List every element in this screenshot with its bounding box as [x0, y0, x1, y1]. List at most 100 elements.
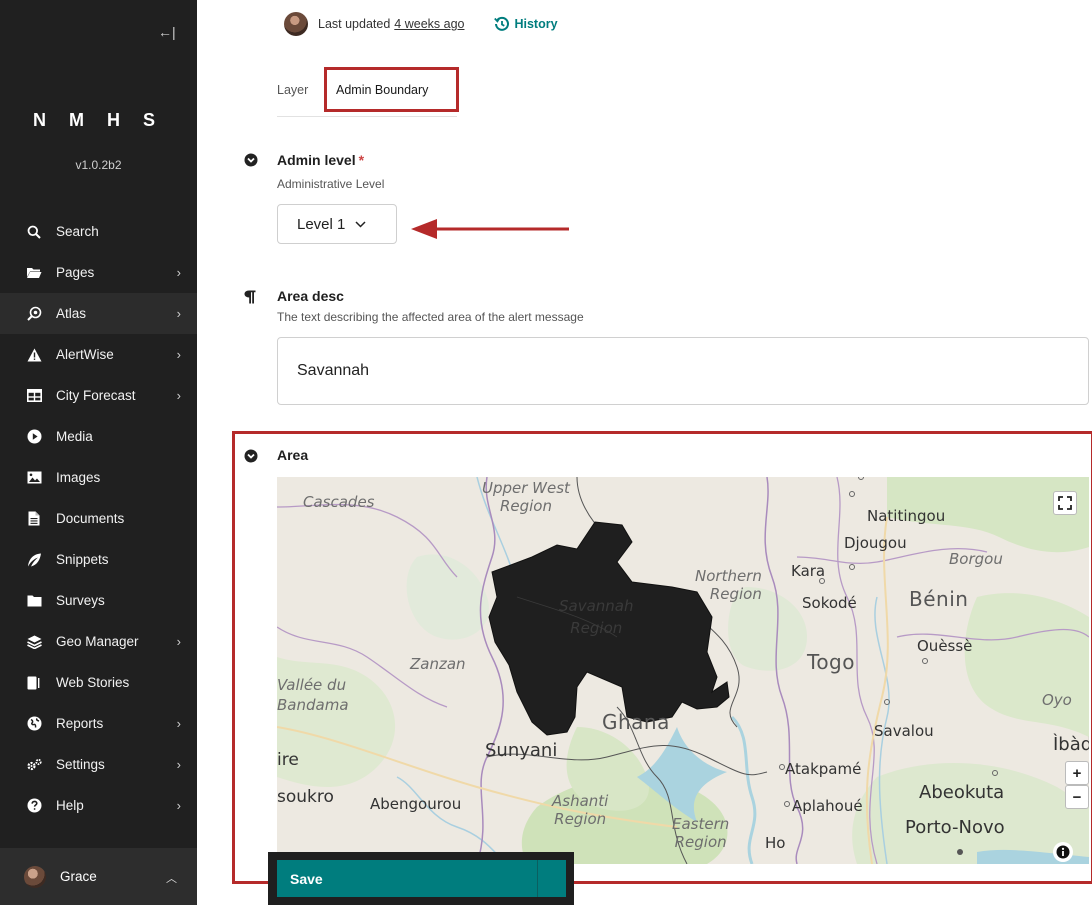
fullscreen-icon [1058, 496, 1072, 510]
map-label-eastern: Eastern Region [672, 815, 730, 851]
map-label-abengourou: Abengourou [370, 795, 462, 813]
history-icon [494, 16, 510, 31]
map-label-natitingou: Natitingou [867, 507, 946, 525]
help-icon [26, 798, 42, 814]
tab-admin-boundary[interactable]: Admin Boundary [336, 83, 428, 97]
document-icon [26, 511, 42, 527]
history-link[interactable]: History [494, 16, 558, 32]
sidebar-item-web-stories[interactable]: Web Stories [0, 662, 197, 703]
sidebar-item-search[interactable]: Search [0, 211, 197, 252]
chevron-down-icon [355, 217, 366, 231]
sidebar-item-snippets[interactable]: Snippets [0, 539, 197, 580]
snippet-icon [26, 552, 42, 568]
sidebar-item-label: Snippets [56, 552, 109, 567]
sidebar-item-surveys[interactable]: Surveys [0, 580, 197, 621]
admin-level-select[interactable]: Level 1 [277, 204, 397, 244]
annotation-arrow [411, 219, 569, 239]
site-brand[interactable]: N M H S [0, 110, 197, 131]
map-label-ashanti: Ashanti Region [552, 792, 609, 828]
chevron-right-icon: › [176, 716, 181, 731]
sidebar-item-label: Images [56, 470, 101, 485]
version-label: v1.0.2b2 [75, 158, 122, 172]
map-label-oyo: Oyo [1042, 691, 1072, 709]
map-label-savannah: Savannah Region [559, 597, 634, 637]
map-label-kara: Kara [791, 562, 826, 580]
area-desc-help: The text describing the affected area of… [277, 310, 584, 324]
sidebar-item-pages[interactable]: Pages › [0, 252, 197, 293]
chevron-right-icon: › [176, 634, 181, 649]
sidebar-item-label: AlertWise [56, 347, 114, 362]
avatar [24, 865, 46, 888]
map-label-savalou: Savalou [874, 722, 934, 740]
sidebar-item-reports[interactable]: Reports › [0, 703, 197, 744]
area-desc-input[interactable]: Savannah [277, 337, 1089, 405]
collapse-sidebar-button[interactable]: ←| [158, 24, 176, 40]
fullscreen-button[interactable] [1053, 491, 1077, 515]
admin-level-label-text: Admin level [277, 152, 356, 168]
sidebar-item-documents[interactable]: Documents [0, 498, 197, 539]
sidebar-item-label: Atlas [56, 306, 87, 321]
map-label-benin: Bénin [909, 587, 969, 611]
sidebar-item-atlas[interactable]: Atlas › [0, 293, 197, 334]
collapse-circle-icon[interactable] [244, 449, 258, 468]
main-menu: Search Pages › Atlas › AlertWise › City … [0, 211, 197, 826]
area-label: Area [277, 447, 309, 463]
sidebar-item-geo-manager[interactable]: Geo Manager › [0, 621, 197, 662]
map-label-sunyani: Sunyani [485, 740, 558, 761]
more-actions-button[interactable] [537, 860, 566, 897]
map-label-vallee: Vallée du Bandama [277, 676, 349, 714]
chevron-right-icon: › [176, 306, 181, 321]
sidebar-item-label: Search [56, 224, 99, 239]
admin-level-value: Level 1 [297, 215, 346, 233]
sidebar-item-media[interactable]: Media [0, 416, 197, 457]
map-label-abeokuta: Abeokuta [919, 782, 1005, 803]
sidebar-item-label: City Forecast [56, 388, 136, 403]
chevron-right-icon: › [176, 757, 181, 772]
sidebar-item-label: Documents [56, 511, 125, 526]
zoom-out-button[interactable]: − [1065, 785, 1089, 809]
sidebar-item-help[interactable]: Help › [0, 785, 197, 826]
globe-icon [26, 716, 42, 732]
info-icon [1056, 845, 1070, 859]
layers-icon [26, 634, 42, 650]
tab-layer[interactable]: Layer [277, 83, 308, 97]
map-label-upper-west: Upper West Region [482, 479, 570, 515]
area-map[interactable]: Cascades Upper West Region Natitingou Dj… [277, 477, 1089, 864]
updated-time-link[interactable]: 4 weeks ago [394, 17, 464, 31]
map-label-northern: Northern Region [695, 567, 762, 603]
user-name: Grace [60, 869, 97, 884]
sidebar-item-label: Surveys [56, 593, 105, 608]
atlas-search-icon [26, 306, 42, 322]
save-action-bar: Save [268, 852, 574, 905]
edit-form: Last updated 4 weeks ago History Layer A… [197, 0, 1092, 905]
sidebar-item-city-forecast[interactable]: City Forecast › [0, 375, 197, 416]
table-icon [26, 388, 42, 404]
zoom-in-button[interactable]: + [1065, 761, 1089, 785]
chevron-right-icon: › [176, 265, 181, 280]
sidebar-item-label: Reports [56, 716, 104, 731]
folder-open-icon [26, 265, 42, 281]
avatar [284, 12, 308, 36]
image-icon [26, 470, 42, 486]
map-label-atakpame: Atakpamé [785, 760, 862, 778]
map-label-togo: Togo [807, 650, 855, 674]
chevron-up-icon: ︿ [166, 873, 177, 885]
sidebar-item-label: Web Stories [56, 675, 130, 690]
chevron-right-icon: › [176, 388, 181, 403]
map-label-cascades: Cascades [303, 493, 375, 511]
map-label-soukro: soukro [277, 787, 334, 807]
account-menu-toggle[interactable]: Grace ︿ [0, 848, 197, 905]
sidebar-item-label: Pages [56, 265, 95, 280]
sidebar-item-images[interactable]: Images [0, 457, 197, 498]
stories-icon [26, 675, 42, 691]
warning-icon [26, 347, 42, 363]
save-button[interactable]: Save [277, 860, 537, 897]
sidebar-item-settings[interactable]: Settings › [0, 744, 197, 785]
play-icon [26, 429, 42, 445]
attribution-info-button[interactable] [1053, 842, 1073, 862]
map-label-ghana: Ghana [602, 710, 670, 734]
sidebar-item-alertwise[interactable]: AlertWise › [0, 334, 197, 375]
chevron-right-icon: › [176, 798, 181, 813]
sidebar: ←| N M H S v1.0.2b2 Search Pages › Atlas… [0, 0, 197, 905]
collapse-circle-icon[interactable] [244, 153, 258, 172]
